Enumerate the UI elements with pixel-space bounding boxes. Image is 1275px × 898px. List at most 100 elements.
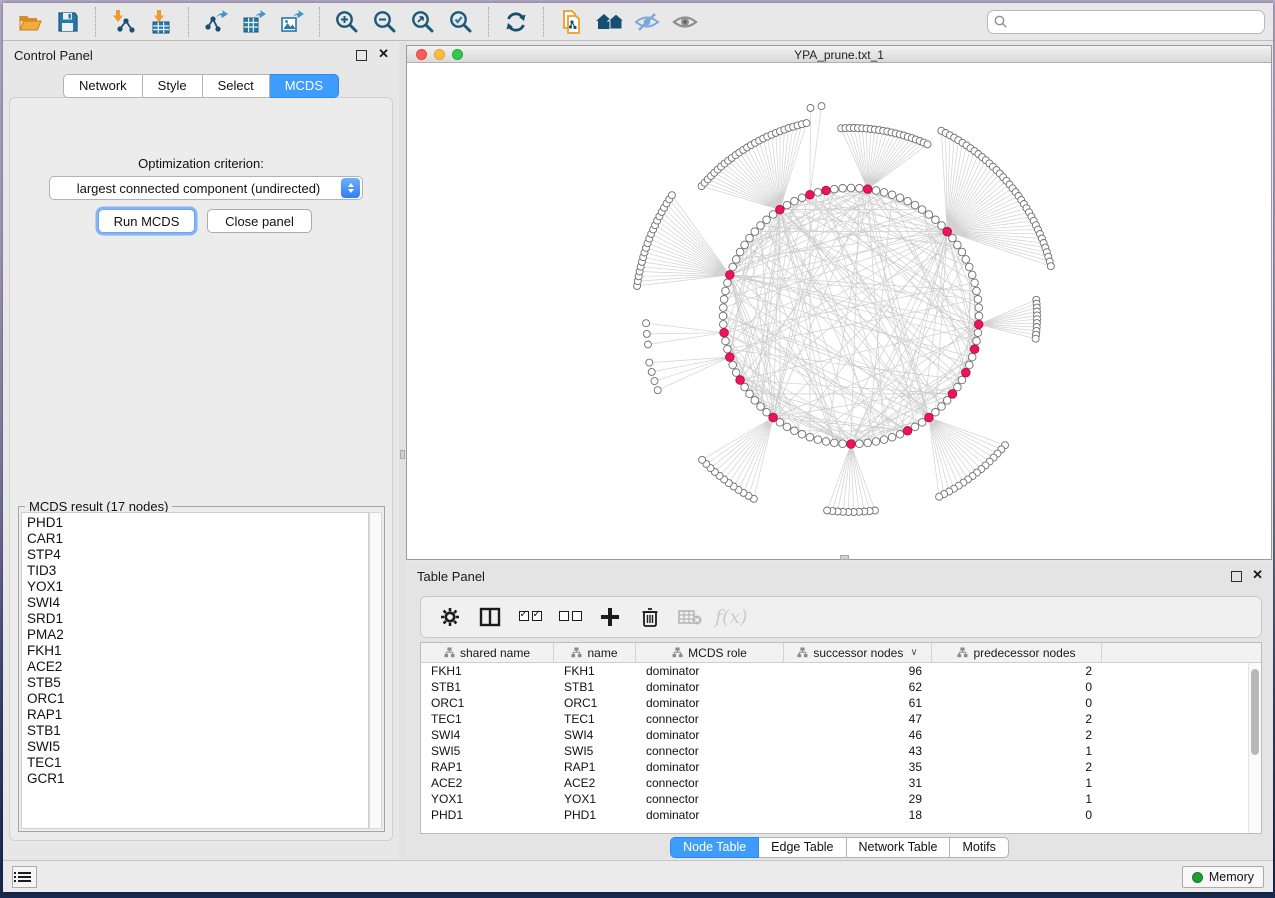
graph-node[interactable] (719, 312, 727, 320)
mcds-result-item[interactable]: PHD1 (27, 515, 368, 531)
graph-node[interactable] (975, 304, 983, 312)
cell-shared-name[interactable]: STB1 (421, 679, 554, 695)
table-row[interactable]: ORC1ORC1dominator610 (421, 695, 1248, 711)
graph-node[interactable] (746, 390, 754, 398)
cell-name[interactable]: STB1 (554, 679, 636, 695)
graph-mcds-node[interactable] (769, 413, 778, 422)
delete-column-button[interactable] (635, 602, 665, 632)
graph-node[interactable] (763, 216, 771, 224)
cell-shared-name[interactable]: ORC1 (421, 695, 554, 711)
table-row[interactable]: TEC1TEC1connector472 (421, 711, 1248, 727)
graph-leaf-node[interactable] (1032, 335, 1039, 342)
graph-node[interactable] (831, 185, 839, 193)
zoom-in-button[interactable] (328, 6, 366, 38)
graph-leaf-node[interactable] (818, 103, 825, 110)
table-row[interactable]: STB1STB1dominator620 (421, 679, 1248, 695)
refresh-button[interactable] (497, 6, 535, 38)
graph-node[interactable] (783, 423, 791, 431)
mcds-result-item[interactable]: STB1 (27, 723, 368, 739)
mcds-result-item[interactable]: ACE2 (27, 659, 368, 675)
graph-node[interactable] (973, 287, 981, 295)
network-graph[interactable] (407, 63, 1271, 559)
graph-mcds-node[interactable] (726, 353, 735, 362)
cell-MCDS-role[interactable]: connector (636, 743, 784, 759)
graph-leaf-node[interactable] (643, 320, 650, 327)
horizontal-splitter-handle[interactable] (840, 555, 849, 560)
cell-predecessor-nodes[interactable]: 1 (932, 743, 1102, 759)
graph-node[interactable] (966, 263, 974, 271)
cell-MCDS-role[interactable]: dominator (636, 679, 784, 695)
mcds-result-item[interactable]: CAR1 (27, 531, 368, 547)
cell-name[interactable]: YOX1 (554, 791, 636, 807)
import-table-button[interactable] (142, 6, 180, 38)
graph-node[interactable] (880, 436, 888, 444)
graph-leaf-node[interactable] (646, 359, 653, 366)
graph-leaf-node[interactable] (807, 104, 814, 111)
table-row[interactable]: FKH1FKH1dominator962 (421, 663, 1248, 679)
scrollbar-thumb[interactable] (1251, 669, 1259, 755)
tab-edge-table[interactable]: Edge Table (759, 837, 846, 858)
graph-node[interactable] (724, 279, 732, 287)
import-network-button[interactable] (104, 6, 142, 38)
tab-node-table[interactable]: Node Table (670, 837, 759, 858)
cell-successor-nodes[interactable]: 61 (784, 695, 932, 711)
graph-node[interactable] (729, 361, 737, 369)
cell-name[interactable]: ACE2 (554, 775, 636, 791)
table-settings-button[interactable] (435, 602, 465, 632)
graph-leaf-node[interactable] (803, 120, 810, 127)
graph-node[interactable] (732, 369, 740, 377)
graph-mcds-node[interactable] (974, 320, 983, 329)
graph-node[interactable] (872, 438, 880, 446)
mcds-result-item[interactable]: YOX1 (27, 579, 368, 595)
tab-network-table[interactable]: Network Table (847, 837, 951, 858)
graph-node[interactable] (911, 423, 919, 431)
cell-shared-name[interactable]: PHD1 (421, 807, 554, 823)
cell-successor-nodes[interactable]: 43 (784, 743, 932, 759)
graph-node[interactable] (958, 248, 966, 256)
tab-motifs[interactable]: Motifs (950, 837, 1008, 858)
graph-node[interactable] (864, 439, 872, 447)
tab-mcds[interactable]: MCDS (270, 74, 339, 98)
cell-predecessor-nodes[interactable]: 0 (932, 807, 1102, 823)
mcds-result-item[interactable]: FKH1 (27, 643, 368, 659)
search-input[interactable] (987, 10, 1265, 34)
mcds-result-item[interactable]: SWI4 (27, 595, 368, 611)
graph-node[interactable] (814, 189, 822, 197)
toggle-columns-button[interactable] (475, 602, 505, 632)
graph-node[interactable] (791, 427, 799, 435)
graph-node[interactable] (968, 353, 976, 361)
graph-node[interactable] (938, 403, 946, 411)
cell-name[interactable]: RAP1 (554, 759, 636, 775)
graph-node[interactable] (856, 440, 864, 448)
network-window-titlebar[interactable]: YPA_prune.txt_1 (407, 46, 1271, 63)
table-row[interactable]: RAP1RAP1dominator352 (421, 759, 1248, 775)
mcds-result-item[interactable]: PMA2 (27, 627, 368, 643)
tab-select[interactable]: Select (203, 74, 270, 98)
mcds-result-item[interactable]: TEC1 (27, 755, 368, 771)
mcds-result-item[interactable]: SWI5 (27, 739, 368, 755)
export-network-button[interactable] (197, 6, 235, 38)
cell-predecessor-nodes[interactable]: 2 (932, 711, 1102, 727)
graph-mcds-node[interactable] (806, 191, 815, 200)
graph-mcds-node[interactable] (925, 413, 934, 422)
tab-style[interactable]: Style (143, 74, 203, 98)
graph-node[interactable] (925, 211, 933, 219)
column-header-predecessor-nodes[interactable]: predecessor nodes (932, 643, 1102, 662)
graph-leaf-node[interactable] (936, 493, 943, 500)
graph-node[interactable] (971, 279, 979, 287)
mcds-result-item[interactable]: SRD1 (27, 611, 368, 627)
cell-MCDS-role[interactable]: connector (636, 711, 784, 727)
mcds-result-item[interactable]: ORC1 (27, 691, 368, 707)
cell-successor-nodes[interactable]: 29 (784, 791, 932, 807)
cell-MCDS-role[interactable]: dominator (636, 807, 784, 823)
column-header-name[interactable]: name (554, 643, 636, 662)
graph-node[interactable] (751, 397, 759, 405)
graph-node[interactable] (722, 287, 730, 295)
splitter-handle[interactable] (400, 450, 405, 459)
cell-predecessor-nodes[interactable]: 2 (932, 727, 1102, 743)
graph-leaf-node[interactable] (699, 456, 706, 463)
save-session-button[interactable] (49, 6, 87, 38)
graph-node[interactable] (847, 184, 855, 192)
open-file-button[interactable] (11, 6, 49, 38)
graph-node[interactable] (814, 436, 822, 444)
